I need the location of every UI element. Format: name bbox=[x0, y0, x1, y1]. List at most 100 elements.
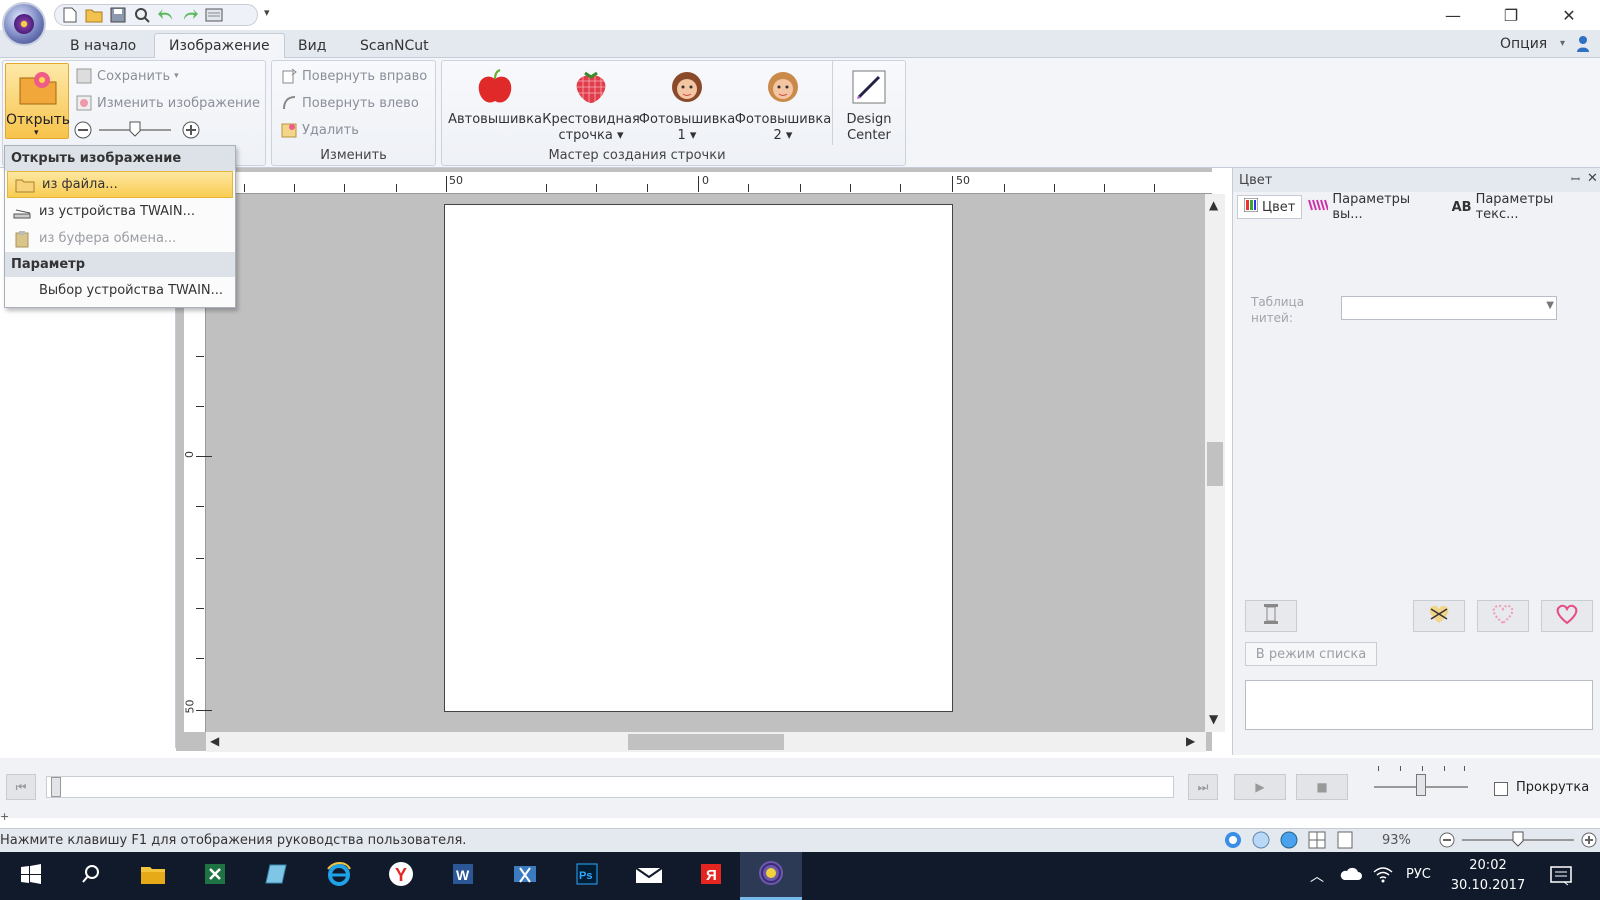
status-zoom-out-icon[interactable] bbox=[1438, 831, 1456, 853]
menu-item-twain-select[interactable]: Выбор устройства TWAIN... bbox=[5, 277, 235, 304]
vertical-scroll-thumb[interactable] bbox=[1207, 442, 1223, 486]
status-zoom-thumb[interactable] bbox=[1512, 831, 1524, 851]
view-outline-icon[interactable] bbox=[1278, 830, 1300, 854]
start-button[interactable] bbox=[0, 852, 62, 900]
notification-icon[interactable] bbox=[1550, 866, 1572, 890]
save-icon[interactable] bbox=[109, 6, 127, 24]
undo-icon[interactable] bbox=[157, 6, 175, 24]
zoom-slider[interactable] bbox=[73, 119, 203, 141]
app-menu-button[interactable] bbox=[2, 2, 46, 46]
menu-header-open: Открыть изображение bbox=[5, 146, 235, 171]
menu-item-from-twain[interactable]: из устройства TWAIN... bbox=[5, 198, 235, 225]
clock-date[interactable]: 30.10.2017 bbox=[1450, 878, 1526, 893]
tab-home[interactable]: В начало bbox=[56, 33, 150, 58]
tab-scanncut[interactable]: ScanNCut bbox=[346, 33, 443, 58]
panel-tab-stitch[interactable]: Параметры вы... bbox=[1302, 190, 1445, 224]
color-list-box[interactable] bbox=[1245, 680, 1593, 730]
status-zoom-in-icon[interactable] bbox=[1580, 831, 1598, 853]
play-button[interactable]: ▶ bbox=[1234, 774, 1286, 800]
design-center-button[interactable]: Design Center bbox=[836, 67, 902, 144]
panel-close-icon[interactable]: ✕ bbox=[1587, 171, 1598, 186]
taskbar-explorer[interactable] bbox=[122, 852, 184, 900]
new-file-icon[interactable] bbox=[61, 6, 79, 24]
skip-start-button[interactable]: ⏮ bbox=[6, 774, 36, 800]
scroll-down-icon[interactable]: ▼ bbox=[1209, 712, 1218, 726]
network-icon[interactable] bbox=[1372, 864, 1394, 888]
heart-button[interactable] bbox=[1541, 600, 1593, 632]
taskbar-photoshop[interactable]: Ps bbox=[556, 852, 618, 900]
restore-button[interactable]: ❐ bbox=[1482, 0, 1540, 30]
stitch-progress-slider[interactable] bbox=[46, 776, 1174, 798]
menu-item-from-file[interactable]: из файла... bbox=[7, 171, 233, 198]
heart-outline-button[interactable] bbox=[1477, 600, 1529, 632]
expand-icon[interactable]: + bbox=[0, 810, 9, 823]
speed-slider[interactable] bbox=[1372, 758, 1470, 798]
taskbar-app-blue[interactable] bbox=[246, 852, 308, 900]
view-realistic-icon[interactable] bbox=[1222, 830, 1244, 854]
progress-thumb[interactable] bbox=[51, 777, 61, 797]
stop-button[interactable]: ■ bbox=[1296, 774, 1348, 800]
scroll-right-icon[interactable]: ▶ bbox=[1186, 734, 1195, 748]
auto-punch-button[interactable]: Автовышивка bbox=[448, 67, 542, 128]
input-language[interactable]: РУС bbox=[1406, 867, 1431, 882]
taskbar-word[interactable]: W bbox=[432, 852, 494, 900]
search-button[interactable] bbox=[60, 852, 122, 900]
open-button[interactable]: Открыть ▾ bbox=[5, 63, 70, 139]
taskbar-mail[interactable] bbox=[618, 852, 680, 900]
vertical-scrollbar[interactable]: ▲ ▼ bbox=[1205, 194, 1225, 732]
photo-stitch-2-button[interactable]: Фотовышивка 2 ▾ bbox=[735, 67, 831, 144]
clock-time[interactable]: 20:02 bbox=[1462, 858, 1514, 873]
zoom-in-icon[interactable] bbox=[181, 120, 201, 144]
edit-image-button[interactable]: Изменить изображение bbox=[75, 92, 260, 114]
zoom-icon[interactable] bbox=[133, 6, 151, 24]
rotate-right-button[interactable]: Повернуть вправо bbox=[280, 65, 427, 87]
view-stitch-icon[interactable] bbox=[1250, 830, 1272, 854]
design-page[interactable] bbox=[444, 204, 953, 712]
user-icon[interactable] bbox=[1576, 35, 1590, 57]
tab-image[interactable]: Изображение bbox=[154, 33, 285, 58]
thread-spool-button[interactable] bbox=[1245, 600, 1297, 632]
screen-icon[interactable] bbox=[205, 6, 223, 24]
save-button[interactable]: Сохранить ▾ bbox=[75, 65, 179, 87]
tray-chevron-icon[interactable]: ︿ bbox=[1310, 866, 1324, 886]
horizontal-scroll-thumb[interactable] bbox=[628, 734, 784, 750]
scroll-checkbox[interactable] bbox=[1494, 782, 1508, 796]
taskbar-ie[interactable] bbox=[308, 852, 370, 900]
taskbar-yandex[interactable]: Я bbox=[680, 852, 742, 900]
cut-heart-button[interactable] bbox=[1413, 600, 1465, 632]
options-dropdown-icon[interactable]: ▾ bbox=[1560, 38, 1565, 49]
rotate-left-button[interactable]: Повернуть влево bbox=[280, 92, 419, 114]
view-page-icon[interactable] bbox=[1334, 830, 1356, 854]
panel-tab-text[interactable]: AB Параметры текс... bbox=[1446, 190, 1600, 224]
panel-tab-color[interactable]: Цвет bbox=[1237, 195, 1303, 219]
taskbar-yandex-browser[interactable]: Y bbox=[370, 852, 432, 900]
qat-customize-icon[interactable]: ▾ bbox=[264, 6, 270, 19]
word-icon: W bbox=[451, 862, 475, 890]
scroll-up-icon[interactable]: ▲ bbox=[1209, 198, 1218, 212]
list-mode-button[interactable]: В режим списка bbox=[1245, 642, 1377, 666]
taskbar-pe-design[interactable] bbox=[740, 852, 802, 900]
photo-stitch-1-button[interactable]: Фотовышивка 1 ▾ bbox=[639, 67, 735, 144]
skip-end-button[interactable]: ⏭ bbox=[1188, 774, 1218, 800]
pin-icon[interactable]: ꟷ bbox=[1571, 172, 1580, 187]
view-grid-icon[interactable] bbox=[1306, 830, 1328, 854]
tab-view[interactable]: Вид bbox=[284, 33, 340, 58]
onedrive-icon[interactable] bbox=[1340, 866, 1362, 886]
taskbar-excel[interactable] bbox=[184, 852, 246, 900]
options-menu[interactable]: Опция bbox=[1500, 36, 1547, 52]
scroll-left-icon[interactable]: ◀ bbox=[210, 734, 219, 748]
thread-table-select[interactable]: ▼ bbox=[1341, 296, 1557, 320]
minimize-button[interactable]: — bbox=[1424, 0, 1482, 30]
taskbar-snipping[interactable] bbox=[494, 852, 556, 900]
speed-thumb[interactable] bbox=[1416, 774, 1426, 796]
thread-select-dropdown-icon[interactable]: ▼ bbox=[1546, 300, 1554, 311]
horizontal-scrollbar[interactable]: ◀ ▶ bbox=[206, 732, 1206, 752]
redo-icon[interactable] bbox=[181, 6, 199, 24]
open-folder-icon[interactable] bbox=[85, 6, 103, 24]
close-button[interactable]: ✕ bbox=[1540, 0, 1598, 30]
cross-stitch-button[interactable]: Крестовидная строчка ▾ bbox=[542, 67, 640, 144]
zoom-out-icon[interactable] bbox=[73, 120, 93, 144]
menu-item-from-clipboard[interactable]: из буфера обмена... bbox=[5, 225, 235, 252]
zoom-thumb[interactable] bbox=[129, 121, 141, 141]
delete-button[interactable]: Удалить bbox=[280, 119, 359, 141]
